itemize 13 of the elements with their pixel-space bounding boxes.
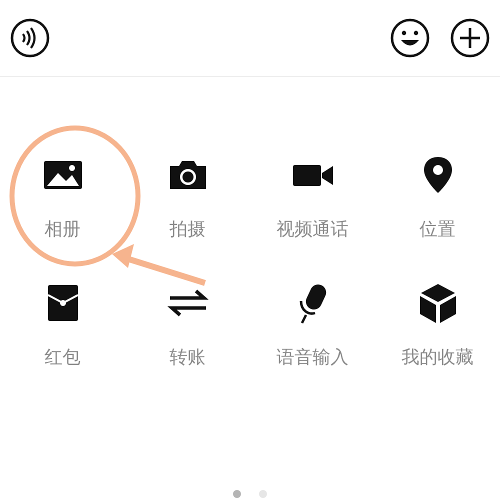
item-label[interactable]: 语音输入 bbox=[276, 345, 348, 369]
item-label[interactable]: 相册 bbox=[44, 217, 80, 241]
smiley-icon[interactable] bbox=[390, 18, 430, 58]
item-label[interactable]: 位置 bbox=[420, 217, 456, 241]
item-label[interactable]: 视频通话 bbox=[276, 217, 348, 241]
page-dot[interactable] bbox=[259, 490, 267, 498]
page-dot[interactable] bbox=[233, 490, 241, 498]
item-label[interactable]: 红包 bbox=[44, 345, 80, 369]
add-icon[interactable] bbox=[450, 18, 490, 58]
voice-icon[interactable] bbox=[10, 18, 50, 58]
item-label[interactable]: 拍摄 bbox=[170, 217, 206, 241]
item-label[interactable]: 转账 bbox=[170, 345, 206, 369]
item-label[interactable]: 我的收藏 bbox=[402, 345, 474, 369]
